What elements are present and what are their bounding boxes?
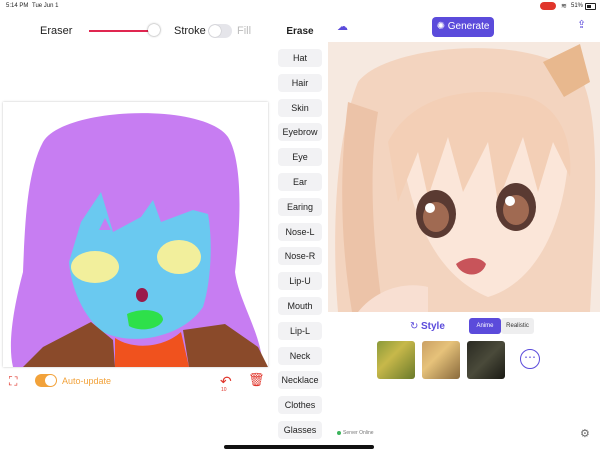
undo-count: 10 xyxy=(221,387,227,393)
drawing-canvas[interactable] xyxy=(3,102,268,367)
part-button-earing[interactable]: Earing xyxy=(278,197,322,216)
stroke-fill-toggle[interactable] xyxy=(208,24,232,38)
part-button-ear[interactable]: Ear xyxy=(278,173,322,191)
generate-label: Generate xyxy=(447,21,490,32)
part-button-clothes[interactable]: Clothes xyxy=(278,396,322,415)
generated-image xyxy=(328,42,600,312)
part-button-eyebrow[interactable]: Eyebrow xyxy=(278,123,322,142)
camera-frame-icon[interactable]: ⛶ xyxy=(9,374,23,388)
trash-icon[interactable]: 🗑 xyxy=(248,372,265,388)
battery-icon xyxy=(585,3,596,10)
style-thumbnail-3[interactable] xyxy=(467,341,505,379)
status-date: Tue Jun 1 xyxy=(32,3,59,9)
home-indicator[interactable] xyxy=(224,445,374,449)
style-thumbnail-1[interactable] xyxy=(377,341,415,379)
generate-button[interactable]: ✺ Generate xyxy=(432,17,494,37)
style-thumbnail-2[interactable] xyxy=(422,341,460,379)
fill-label: Fill xyxy=(237,25,252,37)
generated-anime-portrait xyxy=(328,42,600,312)
right-eye-mask xyxy=(157,240,201,274)
cloud-upload-icon[interactable]: ☁ xyxy=(337,20,351,33)
server-status-text: Server Online xyxy=(343,430,374,436)
part-button-lip-l[interactable]: Lip-L xyxy=(278,321,322,340)
wifi-icon: ≋ xyxy=(561,3,567,10)
battery-percent: 51% xyxy=(571,3,584,9)
auto-update-label: Auto-update xyxy=(62,376,112,386)
part-button-necklace[interactable]: Necklace xyxy=(278,371,322,390)
sparkle-icon: ✺ xyxy=(436,21,445,32)
part-button-hat[interactable]: Hat xyxy=(278,49,322,67)
eraser-size-slider[interactable] xyxy=(89,30,155,32)
gear-icon[interactable]: ⚙ xyxy=(580,427,590,440)
recording-indicator xyxy=(540,2,556,10)
status-bar: 5:14 PM Tue Jun 1 ≋ 51% xyxy=(0,0,600,12)
part-button-lip-u[interactable]: Lip-U xyxy=(278,272,322,291)
parts-title[interactable]: Erase xyxy=(278,26,322,37)
left-eye-mask xyxy=(71,251,119,283)
part-button-eye[interactable]: Eye xyxy=(278,148,322,167)
status-dot xyxy=(337,430,341,435)
part-button-glasses[interactable]: Glasses xyxy=(278,421,322,439)
part-button-mouth[interactable]: Mouth xyxy=(278,297,322,315)
nose-mask xyxy=(136,288,148,302)
part-button-skin[interactable]: Skin xyxy=(278,98,322,117)
style-label[interactable]: Style xyxy=(421,321,445,332)
part-button-nose-l[interactable]: Nose-L xyxy=(278,222,322,241)
mask-drawing xyxy=(10,113,268,367)
style-option-anime[interactable]: Anime xyxy=(469,318,501,334)
part-button-nose-r[interactable]: Nose-R xyxy=(278,247,322,266)
more-icon[interactable]: ⋯ xyxy=(520,349,540,369)
eraser-size-slider-thumb[interactable] xyxy=(148,24,160,36)
status-time: 5:14 PM xyxy=(6,3,29,9)
stroke-label: Stroke xyxy=(174,25,206,37)
auto-update-toggle[interactable] xyxy=(35,374,57,387)
server-status: Server Online xyxy=(337,430,374,436)
eraser-label: Eraser xyxy=(40,25,73,37)
style-option-realistic[interactable]: Realistic xyxy=(501,318,534,334)
refresh-icon[interactable]: ↻ xyxy=(410,321,418,332)
part-button-hair[interactable]: Hair xyxy=(278,73,322,92)
share-icon[interactable]: ⇪ xyxy=(577,18,589,34)
part-button-neck[interactable]: Neck xyxy=(278,346,322,365)
